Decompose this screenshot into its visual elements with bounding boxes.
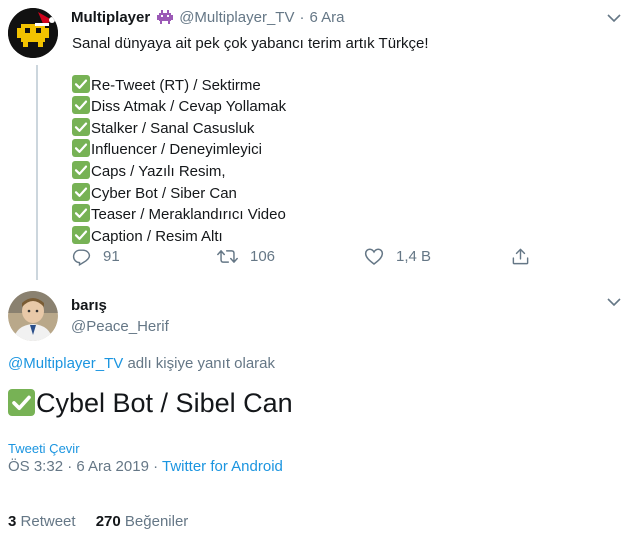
tweet1-list-item: Cyber Bot / Siber Can [72, 182, 612, 205]
tweet1-list-item: Caption / Resim Altı [72, 225, 612, 248]
tweet1-list-item: Diss Atmak / Cevap Yollamak [72, 96, 612, 118]
tweet1-list-item-text: Teaser / Meraklandırıcı Video [91, 206, 286, 224]
tweet1-body: Sanal dünyaya ait pek çok yabancı terim … [72, 34, 612, 247]
tweet1-list-item: Stalker / Sanal Casusluk [72, 117, 612, 140]
thread-line [36, 65, 38, 280]
like-action[interactable]: 1,4 B [364, 247, 431, 266]
share-icon [512, 248, 529, 265]
tweet1-list-item-text: Caption / Resim Altı [91, 227, 223, 245]
multiplayer-avatar[interactable] [8, 8, 58, 58]
check-mark-emoji-icon [72, 96, 90, 115]
check-mark-emoji-icon [8, 389, 35, 416]
retweet-action[interactable]: 106 [217, 247, 275, 266]
tweet1-list-item-text: Re-Tweet (RT) / Sektirme [91, 76, 261, 94]
check-mark-emoji-icon [72, 204, 90, 223]
tweet1-handle[interactable]: @Multiplayer_TV [179, 9, 294, 26]
like-stat-label: Beğeniler [124, 513, 189, 530]
tweet2-stats: 3 Retweet 270 Beğeniler [8, 513, 188, 530]
tweet2-display-name[interactable]: barış [71, 297, 107, 314]
check-mark-emoji-icon [72, 160, 90, 179]
tweet2-text: Cybel Bot / Sibel Can [36, 388, 293, 418]
tweet2-body: Cybel Bot / Sibel Can [8, 386, 293, 420]
like-stat[interactable]: 270 Beğeniler [96, 513, 189, 530]
retweet-icon [217, 250, 238, 263]
tweet1-list-item-text: Caps / Yazılı Resim, [91, 162, 226, 180]
tweet1-list-item: Re-Tweet (RT) / Sektirme [72, 74, 612, 97]
tweet1-intro: Sanal dünyaya ait pek çok yabancı terim … [72, 35, 429, 52]
reply-icon [72, 249, 91, 266]
game-controller-badge-icon [156, 9, 174, 26]
check-mark-emoji-icon [72, 117, 90, 136]
tweet2-handle[interactable]: @Peace_Herif [71, 318, 169, 335]
tweet1-list-item: Caps / Yazılı Resim, [72, 160, 612, 183]
check-mark-emoji-icon [72, 182, 90, 201]
retweet-stat-count: 3 [8, 513, 17, 530]
reply-to-handle[interactable]: @Multiplayer_TV [8, 355, 123, 372]
like-stat-count: 270 [95, 513, 121, 530]
tweet2-source[interactable]: Twitter for Android [162, 458, 283, 475]
check-mark-emoji-icon [72, 74, 90, 93]
tweet1-dot-separator: · [299, 9, 305, 26]
chevron-down-icon[interactable] [606, 12, 622, 24]
chevron-down-icon[interactable] [606, 296, 622, 308]
translate-link[interactable]: Tweeti Çevir [8, 441, 80, 456]
tweet1-date[interactable]: 6 Ara [309, 9, 344, 26]
check-mark-emoji-icon [72, 139, 90, 158]
tweet1-list-item: Teaser / Meraklandırıcı Video [72, 204, 612, 226]
share-action[interactable] [511, 247, 542, 266]
tweet1-list-item: Influencer / Deneyimleyici [72, 139, 612, 161]
tweet1-list-item-text: Stalker / Sanal Casusluk [91, 119, 255, 137]
tweet1-list-item-text: Diss Atmak / Cevap Yollamak [91, 98, 287, 116]
reply-context: @Multiplayer_TV adlı kişiye yanıt olarak [8, 355, 275, 372]
reply-to-suffix: adlı kişiye yanıt olarak [127, 355, 276, 372]
tweet1-list-item-text: Influencer / Deneyimleyici [91, 141, 262, 159]
baris-avatar[interactable] [8, 291, 58, 341]
tweet1-item-list: Re-Tweet (RT) / Sektirme Diss Atmak / Cev… [72, 74, 612, 248]
retweet-stat-label: Retweet [20, 513, 76, 530]
reply-count: 91 [103, 248, 120, 265]
tweet1-list-item-text: Cyber Bot / Siber Can [91, 184, 237, 202]
reply-action[interactable]: 91 [72, 247, 120, 266]
retweet-count: 106 [250, 248, 276, 265]
like-count: 1,4 B [396, 248, 432, 265]
check-mark-emoji-icon [72, 225, 90, 244]
tweet2-meta: ÖS 3:32 · 6 Ara 2019 · Twitter for Andro… [8, 458, 283, 475]
retweet-stat[interactable]: 3 Retweet [8, 513, 80, 530]
tweet1-display-name[interactable]: Multiplayer [71, 9, 150, 26]
like-icon [364, 248, 384, 265]
tweet2-timestamp[interactable]: ÖS 3:32 · 6 Ara 2019 · [8, 458, 162, 475]
